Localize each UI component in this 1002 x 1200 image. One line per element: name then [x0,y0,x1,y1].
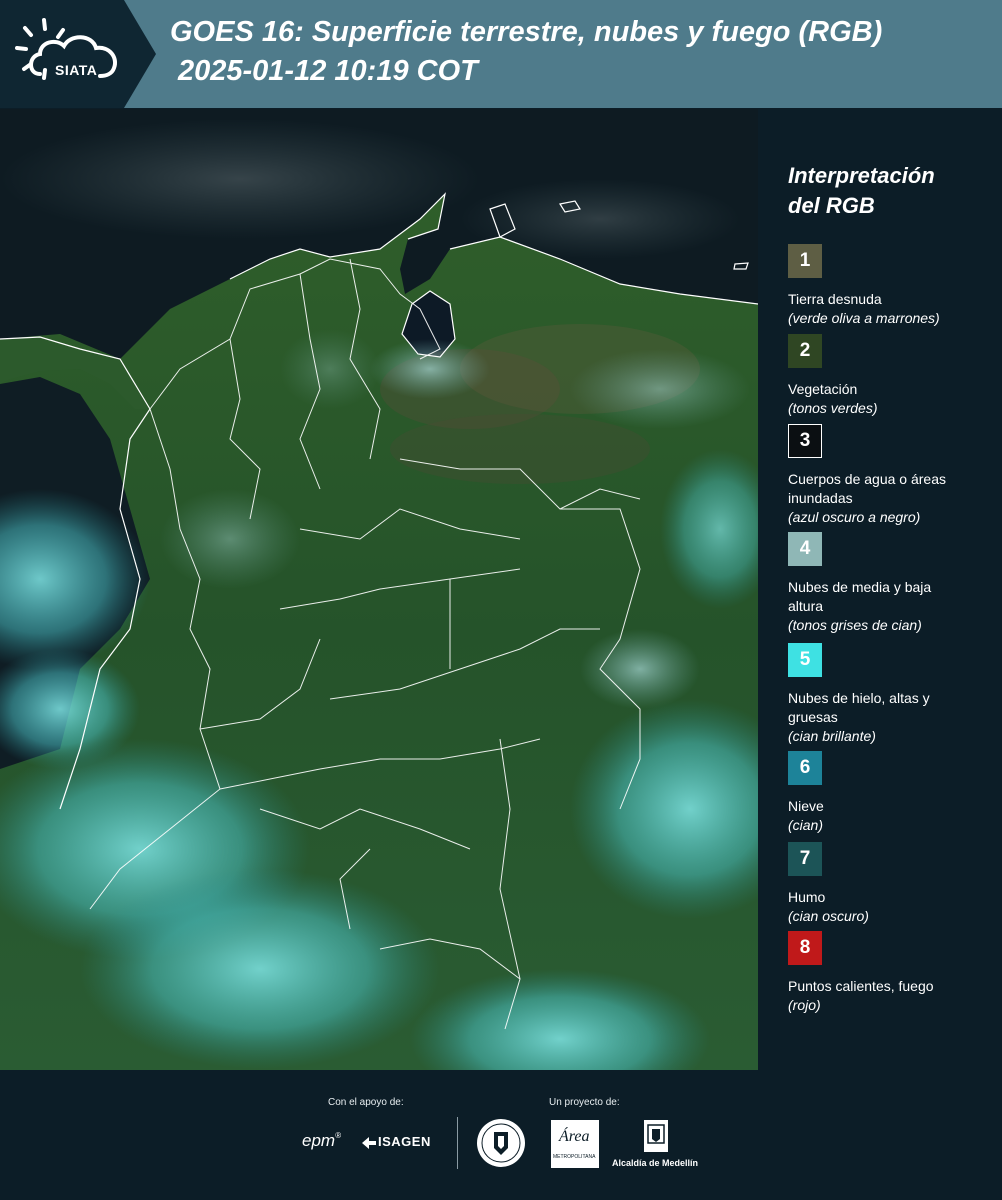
alcaldia-label: Alcaldía de Medellín [612,1158,699,1168]
legend-item-water: 3 Cuerpos de agua o áreas inundadas (azu… [788,424,998,527]
legend-item-vegetation: 2 Vegetación (tonos verdes) [788,334,998,418]
area-metropolitana-logo: Área METROPOLITANA [551,1120,599,1168]
legend-item-hotspots: 8 Puntos calientes, fuego (rojo) [788,931,998,1015]
legend-note: (rojo) [788,997,821,1013]
legend-label: Tierra desnuda [788,291,882,307]
legend-note: (cian oscuro) [788,908,869,924]
area-logo-sub: METROPOLITANA [553,1154,596,1160]
legend-swatch-3: 3 [788,424,822,458]
legend-title-line1: Interpretación [788,163,935,188]
footer-divider [457,1117,458,1169]
page-timestamp: 2025-01-12 10:19 COT [178,55,478,87]
isagen-logo: ISAGEN [360,1134,431,1151]
satellite-map[interactable] [0,109,758,1070]
legend-title: Interpretación del RGB [788,161,935,221]
university-seal-logo [476,1118,526,1173]
legend-label: Nubes de hielo, altas y gruesas [788,690,930,725]
epm-logo: epm® [302,1131,341,1150]
legend-swatch-8: 8 [788,931,822,965]
legend-swatch-6: 6 [788,751,822,785]
legend-item-bare-soil: 1 Tierra desnuda (verde oliva a marrones… [788,244,998,328]
legend-note: (azul oscuro a negro) [788,509,921,525]
legend-item-ice-clouds: 5 Nubes de hielo, altas y gruesas (cian … [788,643,998,746]
legend-swatch-2: 2 [788,334,822,368]
logo-text: SIATA [55,62,98,78]
legend-swatch-1: 1 [788,244,822,278]
header-bar: SIATA GOES 16: Superficie terrestre, nub… [0,0,1002,108]
isagen-mark-icon [362,1136,376,1149]
legend-item-smoke: 7 Humo (cian oscuro) [788,842,998,926]
satellite-image [0,109,758,1070]
legend-note: (cian) [788,817,824,833]
legend-label: Nieve [788,798,824,814]
legend-panel: Interpretación del RGB 1 Tierra desnuda … [760,109,1002,1070]
legend-note: (tonos verdes) [788,400,878,416]
support-label: Con el apoyo de: [328,1097,404,1108]
legend-label: Humo [788,889,826,905]
legend-note: (tonos grises de cian) [788,617,922,633]
legend-label: Vegetación [788,381,858,397]
alcaldia-medellin-logo [643,1119,669,1158]
footer: Con el apoyo de: Un proyecto de: epm® IS… [0,1070,1002,1200]
shield-icon [644,1120,668,1152]
legend-label: Cuerpos de agua o áreas inundadas [788,471,946,506]
legend-item-mid-low-clouds: 4 Nubes de media y baja altura (tonos gr… [788,532,998,635]
logo-panel-arrow [124,0,156,108]
legend-label: Puntos calientes, fuego [788,978,934,994]
area-logo-title: Área [559,1128,590,1145]
legend-note: (verde oliva a marrones) [788,310,940,326]
legend-title-line2: del RGB [788,193,875,218]
legend-label: Nubes de media y baja altura [788,579,932,614]
legend-swatch-4: 4 [788,532,822,566]
legend-swatch-5: 5 [788,643,822,677]
siata-logo: SIATA [14,16,126,94]
epm-logo-text: epm [302,1131,336,1150]
seal-icon [477,1119,525,1167]
legend-item-snow: 6 Nieve (cian) [788,751,998,835]
page-title: GOES 16: Superficie terrestre, nubes y f… [170,16,883,48]
project-label: Un proyecto de: [549,1097,620,1108]
isagen-logo-text: ISAGEN [378,1134,431,1149]
legend-swatch-7: 7 [788,842,822,876]
legend-note: (cian brillante) [788,728,876,744]
